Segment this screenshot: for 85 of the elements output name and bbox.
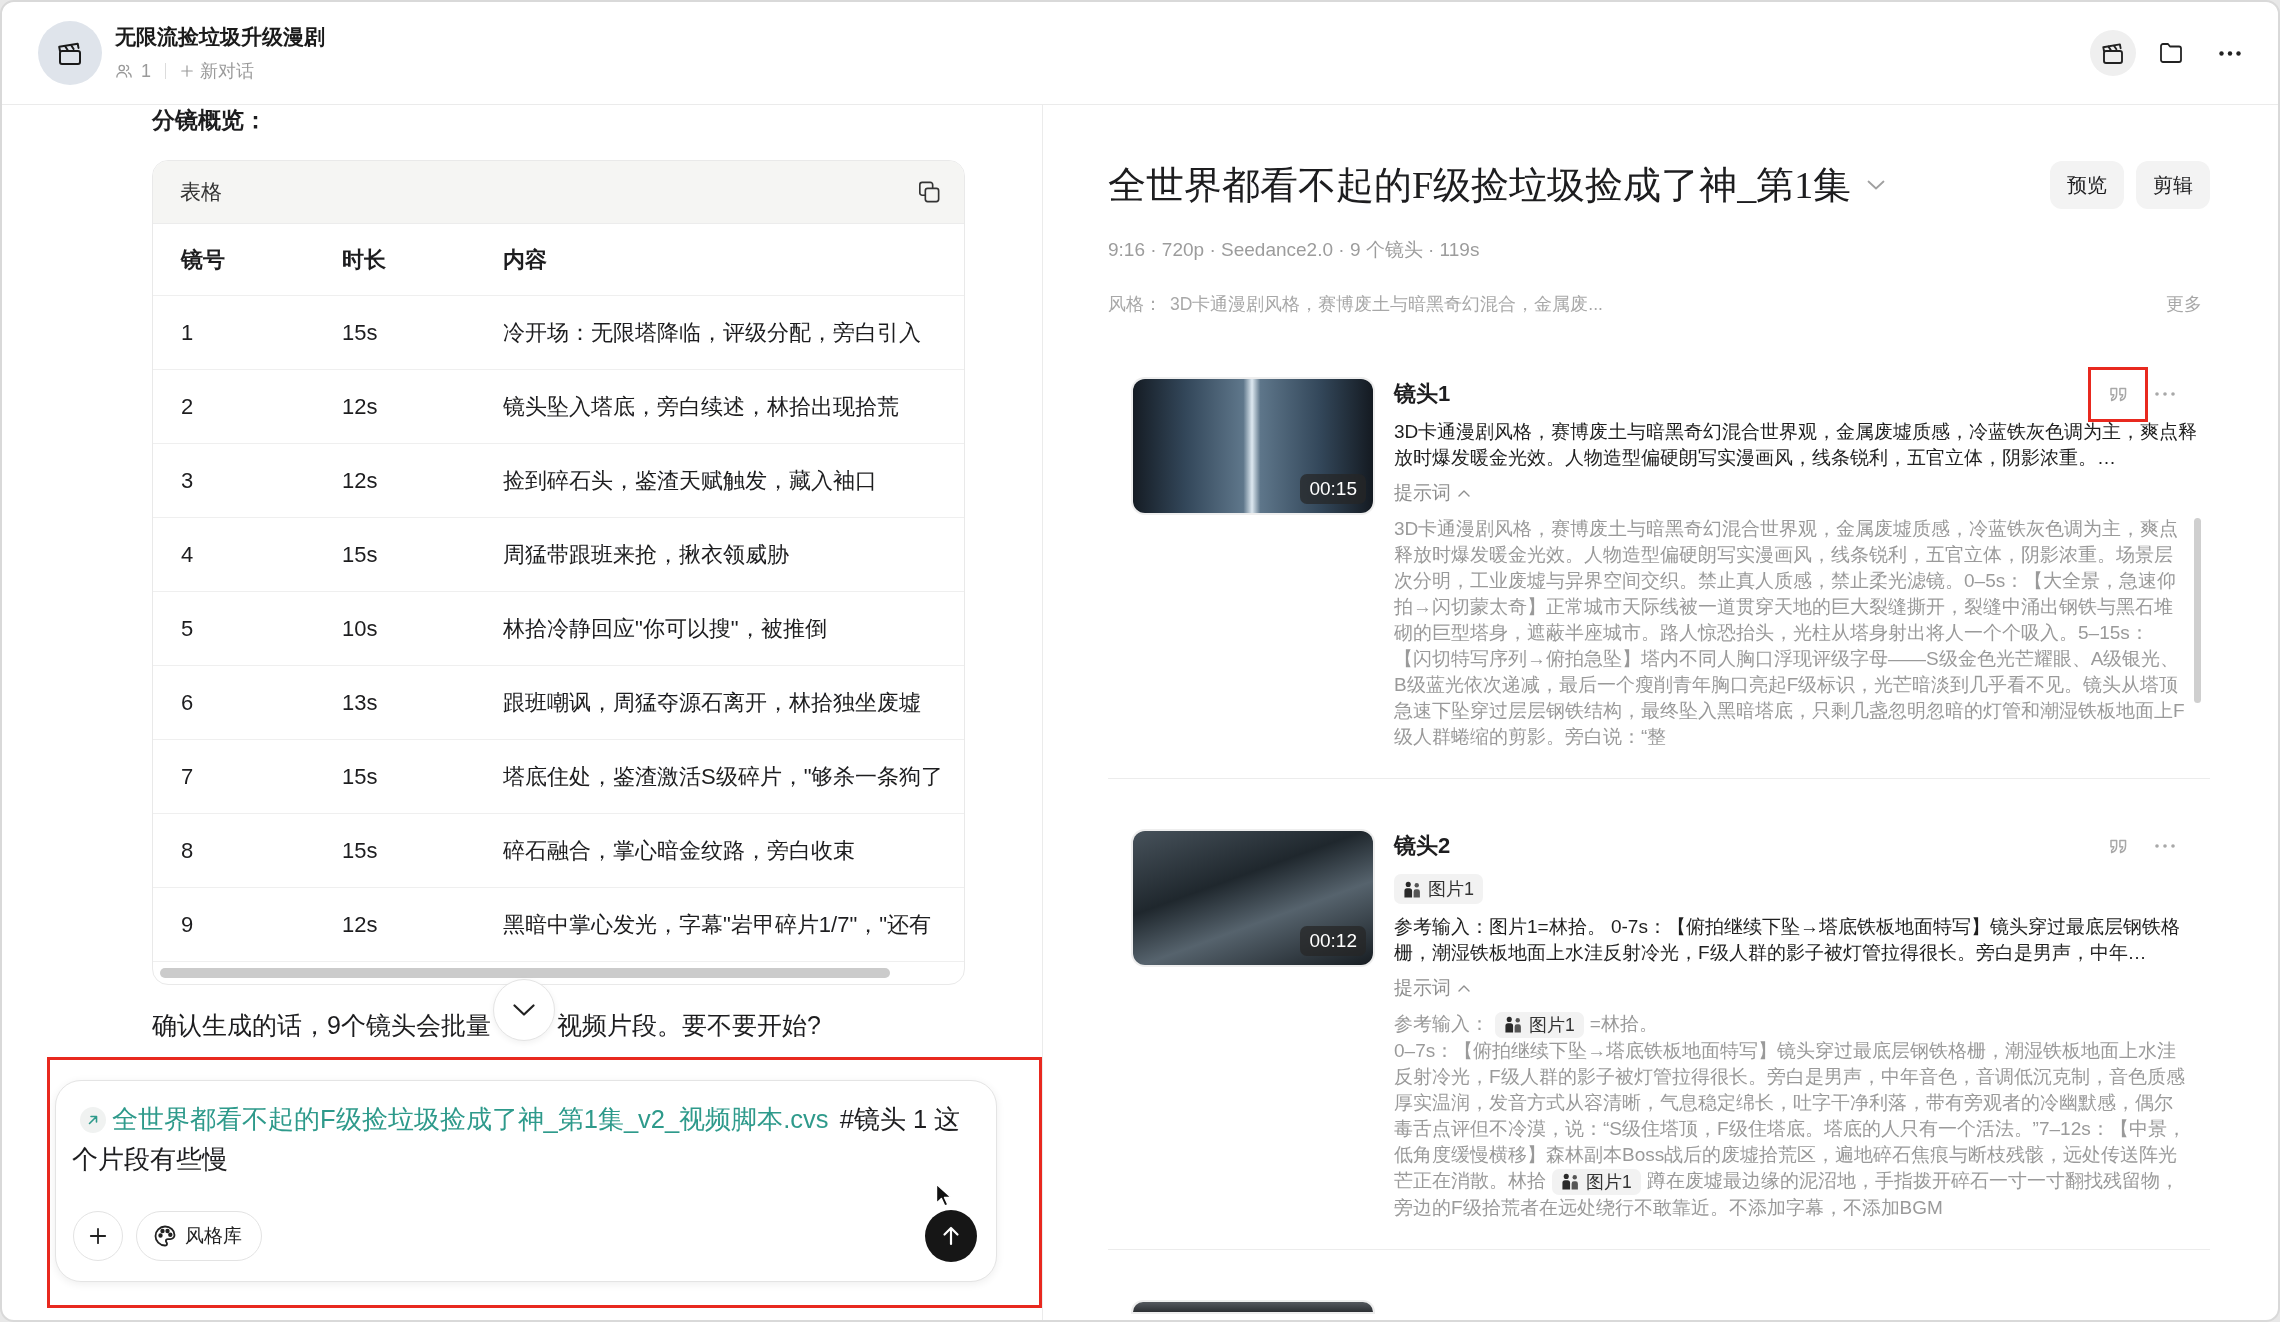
- style-library-button[interactable]: 风格库: [136, 1211, 262, 1261]
- quote-icon: [2108, 387, 2128, 402]
- people-icon: [1403, 880, 1422, 898]
- shot-title: 镜头2: [1394, 832, 1451, 860]
- table-cell: 9: [181, 911, 194, 938]
- project-title: 全世界都看不起的F级捡垃圾捡成了神_第1集: [1108, 163, 1852, 208]
- shot-summary: 3D卡通漫剧风格，赛博废土与暗黑奇幻混合世界观，金属废墟质感，冷蓝铁灰色调为主，爽点释放时爆发暖金光效。人物造型偏硬朗写实漫画风，线条锐利，五官立体，阴影浓重。…: [1394, 420, 2199, 470]
- chat-title: 无限流捡垃圾升级漫剧: [115, 24, 325, 50]
- style-label: 风格：: [1108, 293, 1162, 316]
- table-cell: 12s: [342, 911, 378, 938]
- table-cell-text: 黑暗中掌心发光，字幕"岩甲碎片1/7"，"还有: [503, 910, 931, 939]
- chevron-up-icon: [1458, 489, 1470, 497]
- edit-button[interactable]: 剪辑: [2136, 161, 2210, 209]
- mouse-pointer-icon: [935, 1183, 953, 1207]
- table-cell: 8: [181, 837, 194, 864]
- quote-button[interactable]: [2088, 367, 2148, 422]
- project-meta: 9:16 · 720p · Seedance2.0 · 9 个镜头 · 119s: [1108, 238, 1481, 262]
- table-cell: 15s: [342, 541, 378, 568]
- folder-icon[interactable]: [2160, 43, 2184, 63]
- table-label: 表格: [180, 179, 222, 205]
- table-cell: 5: [181, 615, 194, 642]
- column-header: 时长: [342, 245, 386, 274]
- clapperboard-avatar-icon: [38, 21, 102, 85]
- quote-icon: [2108, 839, 2128, 854]
- duration-badge: 00:12: [1300, 926, 1366, 956]
- shot-title: 镜头1: [1394, 380, 1451, 408]
- table-cell-text: 碎石融合，掌心暗金纹路，旁白收束: [503, 836, 855, 865]
- column-header: 内容: [503, 245, 547, 274]
- message-text: 视频片段。要不要开始?: [556, 1009, 821, 1041]
- table-cell: 15s: [342, 837, 378, 864]
- image-reference-chip[interactable]: 图片1: [1552, 1168, 1641, 1195]
- image-reference-chip[interactable]: 图片1: [1495, 1012, 1584, 1038]
- table-cell-text: 塔底住处，鉴渣激活S级碎片，"够杀一条狗了: [503, 762, 944, 791]
- message-text: 确认生成的话，9个镜头会批量: [152, 1009, 491, 1041]
- clapperboard-icon[interactable]: [2090, 30, 2136, 76]
- video-thumbnail[interactable]: [1133, 1301, 1373, 1312]
- table-cell: 12s: [342, 393, 378, 420]
- chevron-up-icon: [1458, 984, 1470, 992]
- table-cell: 10s: [342, 615, 378, 642]
- duration-badge: 00:15: [1300, 474, 1366, 504]
- table-cell-text: 镜头坠入塔底，旁白续述，林拾出现拾荒: [503, 392, 899, 421]
- shot-summary: 参考输入：图片1=林拾。 0-7s：【俯拍继续下坠→塔底铁板地面特写】镜头穿过最底层钢铁格栅，潮湿铁板地面上水洼反射冷光，F级人群的影子被灯管拉得很长。旁白是男声，中年…: [1394, 915, 2181, 965]
- prompt-text: 参考输入： 图片1 =林拾。: [1394, 1011, 2186, 1038]
- table-cell: 6: [181, 689, 194, 716]
- plus-icon: [89, 1227, 107, 1245]
- table-cell-text: 跟班嘲讽，周猛夺源石离开，林拾独坐废墟: [503, 688, 921, 717]
- table-cell: 7: [181, 763, 194, 790]
- table-cell: 3: [181, 467, 194, 494]
- table-cell: 13s: [342, 689, 378, 716]
- input-text: 全世界都看不起的F级捡垃圾捡成了神_第1集_v2_视频脚本.cvs #镜头 1 这个片段有些慢: [72, 1104, 962, 1175]
- people-icon: [1561, 1173, 1580, 1191]
- message-input-field[interactable]: 全世界都看不起的F级捡垃圾捡成了神_第1集_v2_视频脚本.cvs #镜头 1 这个片段有些慢 风格库: [55, 1080, 997, 1282]
- preview-button[interactable]: 预览: [2050, 161, 2124, 209]
- section-heading: 分镜概览：: [152, 106, 268, 135]
- member-count: 1: [141, 60, 151, 83]
- people-icon: [1504, 1016, 1523, 1034]
- add-button[interactable]: [73, 1211, 123, 1261]
- video-thumbnail[interactable]: 00:12: [1133, 831, 1373, 965]
- prompt-text: 3D卡通漫剧风格，赛博废土与暗黑奇幻混合世界观，金属废墟质感，冷蓝铁灰色调为主，爽点释放时爆发暖金光效。人物造型偏硬朗写实漫画风，线条锐利，五官立体，阴影浓重。场景层次分明，工业废墟与异界空间交织。禁止真人质感，禁止柔光滤镜。0–5s：【大全景，急速仰拍→闪切蒙太奇】正常城市天际线被一道贯穿天地的巨大裂缝撕开，裂缝中涌出钢铁与黑石堆砌的巨型塔身，遮蔽半座城市。路人惊恐抬头，光柱从塔身射出将人一个个吸入。5–15s：【闪切特写序列→俯拍急坠】塔内不同人胸口浮现评级字母——S级金色光芒耀眼、A级银光、B级蓝光依次递减，最后一个瘦削青年胸口亮起F级标识，光芒暗淡到几乎看不见。镜头从塔顶急速下坠穿过层层钢铁结构，最终坠入黑暗塔底，只剩几盏忽明忽暗的灯管和潮湿铁板地面上F级人群蜷缩的剪影。旁白说：“整: [1394, 517, 2186, 749]
- table-cell: 2: [181, 393, 194, 420]
- send-button[interactable]: [925, 1210, 977, 1262]
- plus-icon: [180, 64, 194, 78]
- vertical-scrollbar-thumb[interactable]: [2194, 518, 2201, 703]
- table-cell: 15s: [342, 763, 378, 790]
- more-icon[interactable]: [2219, 50, 2241, 56]
- video-thumbnail[interactable]: 00:15: [1133, 379, 1373, 513]
- column-header: 镜号: [181, 245, 225, 274]
- horizontal-scrollbar-thumb[interactable]: [160, 968, 890, 978]
- table-cell: 15s: [342, 319, 378, 346]
- table-cell-text: 冷开场：无限塔降临，评级分配，旁白引入: [503, 318, 921, 347]
- palette-icon: [153, 1224, 177, 1248]
- table-cell-text: 周猛带跟班来抢，揪衣领威胁: [503, 540, 789, 569]
- table-cell: 12s: [342, 467, 378, 494]
- table-cell-text: 林拾冷静回应"你可以搜"，被推倒: [503, 614, 827, 643]
- table-cell: 4: [181, 541, 194, 568]
- style-description: 3D卡通漫剧风格，赛博废土与暗黑奇幻混合，金属废...: [1170, 293, 1603, 316]
- people-icon: [115, 62, 133, 80]
- prompt-text: 0–7s：【俯拍继续下坠→塔底铁板地面特写】镜头穿过最底层钢铁格栅，潮湿铁板地面上水洼反射冷光，F级人群的影子被灯管拉得很长。旁白是男声，中年音色，音调低沉克制，音色质感厚实温润，发音方式从容清晰，气息稳定绵长，吐字干净利落，带有旁观者的冷幽默感，偶尔毒舌点评但不冷漠，说：“S级住塔顶，F级住塔底。塔底的人只有一个活法。”7–12s：【中景，低角度缓慢横移】森林副本Boss战后的废墟拾荒区，遍地碎石焦痕与断枝残骸，远处传送阵光芒正在消散。林拾 图片1 蹲在废墟最边缘的泥沼地，手指拨开碎石一寸一寸翻找残留物，旁边的F级拾荒者在远处绕行不敢靠近。不添加字幕，不添加BGM: [1394, 1039, 2186, 1220]
- table-cell: 1: [181, 319, 194, 346]
- table-cell-text: 捡到碎石头，鉴渣天赋触发，藏入袖口: [503, 466, 877, 495]
- arrow-up-icon: [941, 1226, 961, 1246]
- chevron-down-icon: [512, 1004, 535, 1016]
- image-reference-chip[interactable]: 图片1: [1394, 874, 1483, 904]
- chevron-down-icon[interactable]: [1867, 180, 1886, 190]
- copy-icon[interactable]: [918, 181, 940, 203]
